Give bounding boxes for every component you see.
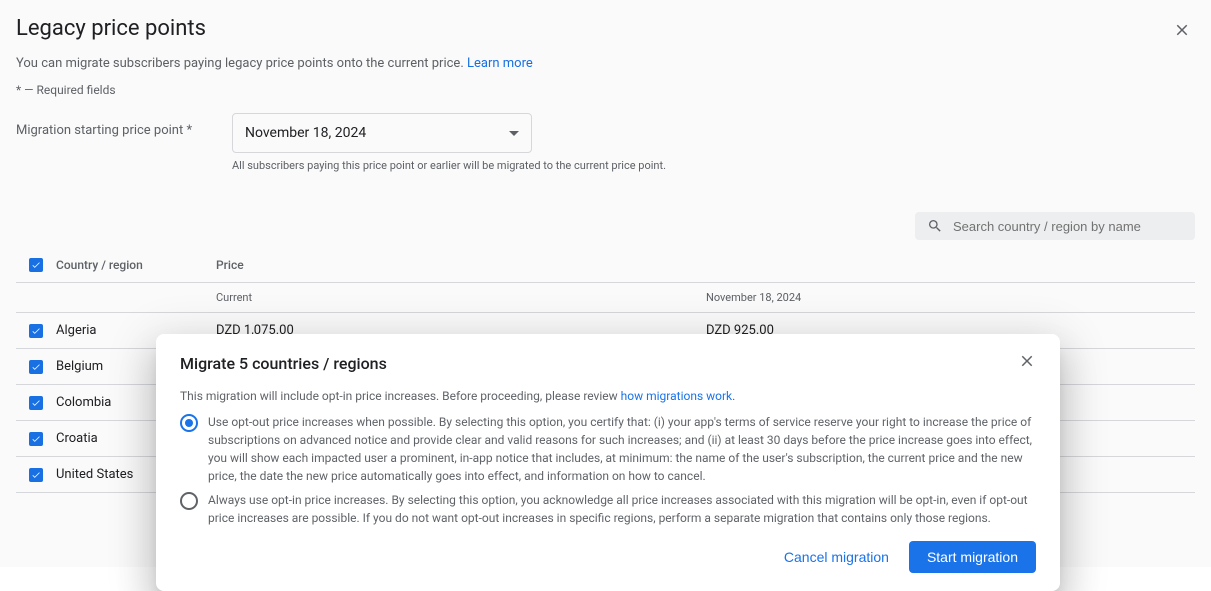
cancel-migration-button[interactable]: Cancel migration [772,541,901,573]
modal-intro-prefix: This migration will include opt-in price… [180,389,621,403]
start-migration-button[interactable]: Start migration [909,541,1036,573]
migrate-modal: Migrate 5 countries / regions This migra… [156,334,1060,591]
modal-title: Migrate 5 countries / regions [180,354,387,373]
modal-intro: This migration will include opt-in price… [180,389,1036,403]
opt-in-radio[interactable] [180,492,198,510]
opt-out-label: Use opt-out price increases when possibl… [208,413,1036,485]
how-migrations-work-link[interactable]: how migrations work [621,389,732,403]
opt-in-label: Always use opt-in price increases. By se… [208,491,1036,527]
modal-close-icon[interactable] [1018,352,1036,375]
opt-out-radio[interactable] [180,414,198,432]
modal-intro-suffix: . [732,389,735,403]
